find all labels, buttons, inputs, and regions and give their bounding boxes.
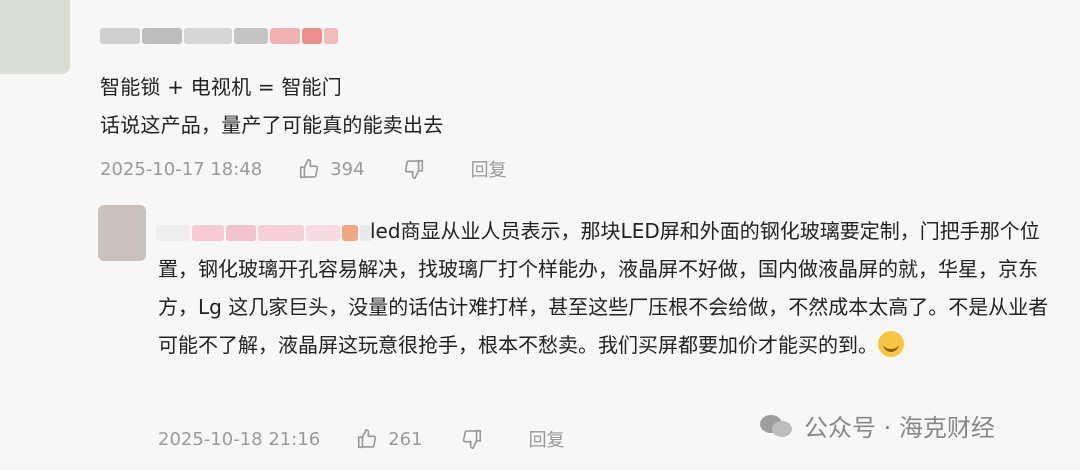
dislike-button[interactable] xyxy=(403,158,425,180)
reply-time: 2025-10-18 21:16 xyxy=(158,428,321,450)
reply-button[interactable]: 回复 xyxy=(471,156,507,182)
like-button[interactable]: 394 xyxy=(298,158,365,180)
reply-body: led商显从业人员表示，那块LED屏和外面的钢化玻璃要定制，门把手那个位置，钢化… xyxy=(158,212,1058,364)
reply-button[interactable]: 回复 xyxy=(529,426,565,452)
laughing-crying-emoji-icon xyxy=(878,331,904,357)
blurred-username[interactable] xyxy=(100,28,340,44)
like-count: 394 xyxy=(330,158,365,180)
comment-time: 2025-10-17 18:48 xyxy=(100,158,263,180)
avatar[interactable] xyxy=(98,205,146,261)
thumbs-up-icon xyxy=(300,159,319,179)
comment-meta: 2025-10-17 18:48 394 回复 xyxy=(100,156,507,182)
dislike-button[interactable] xyxy=(461,428,483,450)
comment-body: 智能锁 + 电视机 = 智能门 话说这产品，量产了可能真的能卖出去 xyxy=(100,68,443,144)
comment-line: 话说这产品，量产了可能真的能卖出去 xyxy=(100,113,444,137)
thumbs-up-icon xyxy=(358,429,377,449)
watermark: 公众号 · 海克财经 xyxy=(760,408,995,443)
watermark-text: 公众号 · 海克财经 xyxy=(804,414,995,442)
reply-text: led商显从业人员表示，那块LED屏和外面的钢化玻璃要定制，门把手那个位置，钢化… xyxy=(158,219,1049,357)
reply-meta: 2025-10-18 21:16 261 回复 xyxy=(158,426,565,452)
wechat-icon xyxy=(760,413,794,439)
avatar[interactable] xyxy=(0,0,70,74)
like-count: 261 xyxy=(388,428,423,450)
comment-line: 智能锁 + 电视机 = 智能门 xyxy=(100,75,342,99)
like-button[interactable]: 261 xyxy=(356,428,423,450)
thumbs-down-icon xyxy=(462,429,481,449)
thumbs-down-icon xyxy=(404,159,423,179)
